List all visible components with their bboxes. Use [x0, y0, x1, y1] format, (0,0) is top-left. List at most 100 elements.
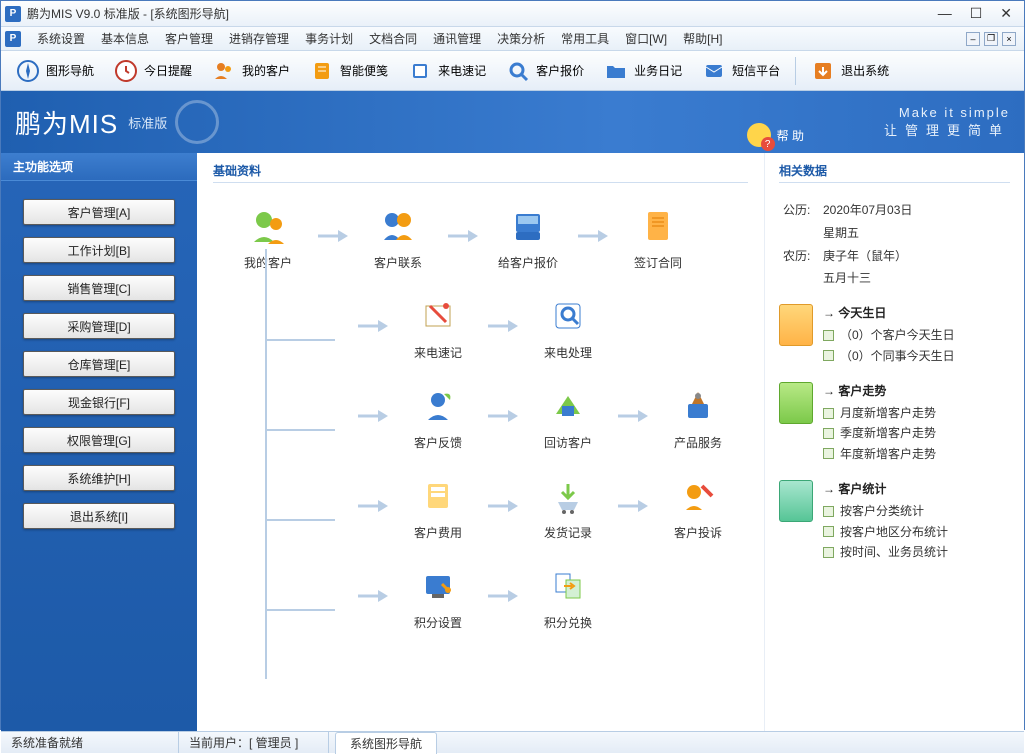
flow-回访客户[interactable]: 回访客户 [523, 382, 613, 451]
menu-1[interactable]: 基本信息 [93, 28, 157, 50]
menu-9[interactable]: 窗口[W] [617, 28, 675, 50]
info-line[interactable]: （0）个同事今天生日 [823, 346, 1010, 366]
nav-8[interactable]: 退出系统[I] [23, 503, 175, 529]
arrow-icon [353, 496, 393, 516]
nav-0[interactable]: 客户管理[A] [23, 199, 175, 225]
tool-compass[interactable]: 图形导航 [7, 54, 103, 88]
maximize-button[interactable]: ☐ [970, 5, 983, 22]
info-title: 今天生日 [823, 304, 1010, 321]
users-icon [212, 59, 236, 83]
flow-icon [544, 292, 592, 340]
tool-label: 来电速记 [438, 62, 486, 79]
info-line[interactable]: 月度新增客户走势 [823, 403, 1010, 423]
tool-clock[interactable]: 今日提醒 [105, 54, 201, 88]
flow-积分兑换[interactable]: 积分兑换 [523, 562, 613, 631]
lunar-year: 庚子年（鼠年） [823, 249, 907, 263]
solar-label: 公历: [783, 199, 823, 222]
lunar-date: 五月十三 [783, 267, 1006, 290]
menu-6[interactable]: 通讯管理 [425, 28, 489, 50]
search-icon [506, 59, 530, 83]
flow-来电处理[interactable]: 来电处理 [523, 292, 613, 361]
nav-5[interactable]: 现金银行[F] [23, 389, 175, 415]
flow-label: 给客户报价 [498, 254, 558, 271]
flow-label: 签订合同 [634, 254, 682, 271]
folder-icon [604, 59, 628, 83]
checkbox-icon [823, 506, 834, 517]
menu-7[interactable]: 决策分析 [489, 28, 553, 50]
info-icon [779, 480, 813, 522]
book-icon [408, 59, 432, 83]
info-group-0: 今天生日 （0）个客户今天生日（0）个同事今天生日 [779, 304, 1010, 366]
info-icon [779, 304, 813, 346]
menu-8[interactable]: 常用工具 [553, 28, 617, 50]
nav-3[interactable]: 采购管理[D] [23, 313, 175, 339]
nav-7[interactable]: 系统维护[H] [23, 465, 175, 491]
banner: 鹏为MIS 标准版 ? 帮 助 Make it simple 让管理更简单 [1, 91, 1024, 153]
nav-4[interactable]: 仓库管理[E] [23, 351, 175, 377]
flow-我的客户[interactable]: 我的客户 [223, 202, 313, 271]
close-button[interactable]: ✕ [1000, 5, 1012, 22]
flow-客户联系[interactable]: 客户联系 [353, 202, 443, 271]
checkbox-icon [823, 428, 834, 439]
flow-label: 客户投诉 [674, 524, 722, 541]
minimize-button[interactable]: — [938, 5, 952, 22]
tool-sms[interactable]: 短信平台 [693, 54, 789, 88]
flow-icon [674, 382, 722, 430]
search-circle-icon [175, 100, 219, 144]
right-title: 相关数据 [779, 159, 1010, 183]
info-line[interactable]: （0）个客户今天生日 [823, 325, 1010, 345]
flow-label: 客户费用 [414, 524, 462, 541]
info-line[interactable]: 季度新增客户走势 [823, 423, 1010, 443]
tool-note[interactable]: 智能便笺 [301, 54, 397, 88]
flow-label: 客户反馈 [414, 434, 462, 451]
title-bar: P 鹏为MIS V9.0 标准版 - [系统图形导航] — ☐ ✕ [1, 1, 1024, 27]
lunar-label: 农历: [783, 245, 823, 268]
checkbox-icon [823, 350, 834, 361]
tool-users[interactable]: 我的客户 [203, 54, 299, 88]
flow-label: 来电处理 [544, 344, 592, 361]
flow-客户费用[interactable]: 客户费用 [393, 472, 483, 541]
help-button[interactable]: ? 帮 助 [747, 123, 804, 147]
tool-search[interactable]: 客户报价 [497, 54, 593, 88]
flow-icon [674, 472, 722, 520]
menu-4[interactable]: 事务计划 [297, 28, 361, 50]
tool-book[interactable]: 来电速记 [399, 54, 495, 88]
arrow-icon [573, 226, 613, 246]
flow-给客户报价[interactable]: 给客户报价 [483, 202, 573, 271]
info-line[interactable]: 按时间、业务员统计 [823, 542, 1010, 562]
tool-label: 我的客户 [242, 62, 290, 79]
flow-签订合同[interactable]: 签订合同 [613, 202, 703, 271]
tool-exit[interactable]: 退出系统 [802, 54, 898, 88]
menu-0[interactable]: 系统设置 [29, 28, 93, 50]
flow-icon [504, 202, 552, 250]
flow-来电速记[interactable]: 来电速记 [393, 292, 483, 361]
nav-2[interactable]: 销售管理[C] [23, 275, 175, 301]
flow-客户反馈[interactable]: 客户反馈 [393, 382, 483, 451]
flow-客户投诉[interactable]: 客户投诉 [653, 472, 743, 541]
menu-10[interactable]: 帮助[H] [675, 28, 730, 50]
flow-icon [414, 292, 462, 340]
flow-产品服务[interactable]: 产品服务 [653, 382, 743, 451]
mdi-close-button[interactable]: × [1002, 32, 1016, 46]
info-icon [779, 382, 813, 424]
flow-积分设置[interactable]: 积分设置 [393, 562, 483, 631]
nav-1[interactable]: 工作计划[B] [23, 237, 175, 263]
info-line[interactable]: 按客户地区分布统计 [823, 522, 1010, 542]
menu-2[interactable]: 客户管理 [157, 28, 221, 50]
flow-icon [414, 472, 462, 520]
info-line[interactable]: 按客户分类统计 [823, 501, 1010, 521]
nav-6[interactable]: 权限管理[G] [23, 427, 175, 453]
mdi-restore-button[interactable]: ❐ [984, 32, 998, 46]
clock-icon [114, 59, 138, 83]
info-line[interactable]: 年度新增客户走势 [823, 444, 1010, 464]
menu-5[interactable]: 文档合同 [361, 28, 425, 50]
mdi-minimize-button[interactable]: – [966, 32, 980, 46]
flow-发货记录[interactable]: 发货记录 [523, 472, 613, 541]
menu-3[interactable]: 进销存管理 [221, 28, 297, 50]
sidebar-title: 主功能选项 [1, 153, 197, 181]
arrow-icon [613, 496, 653, 516]
logo-text: 鹏为MIS [15, 104, 118, 141]
arrow-icon [313, 226, 353, 246]
status-tab[interactable]: 系统图形导航 [335, 732, 437, 754]
tool-folder[interactable]: 业务日记 [595, 54, 691, 88]
